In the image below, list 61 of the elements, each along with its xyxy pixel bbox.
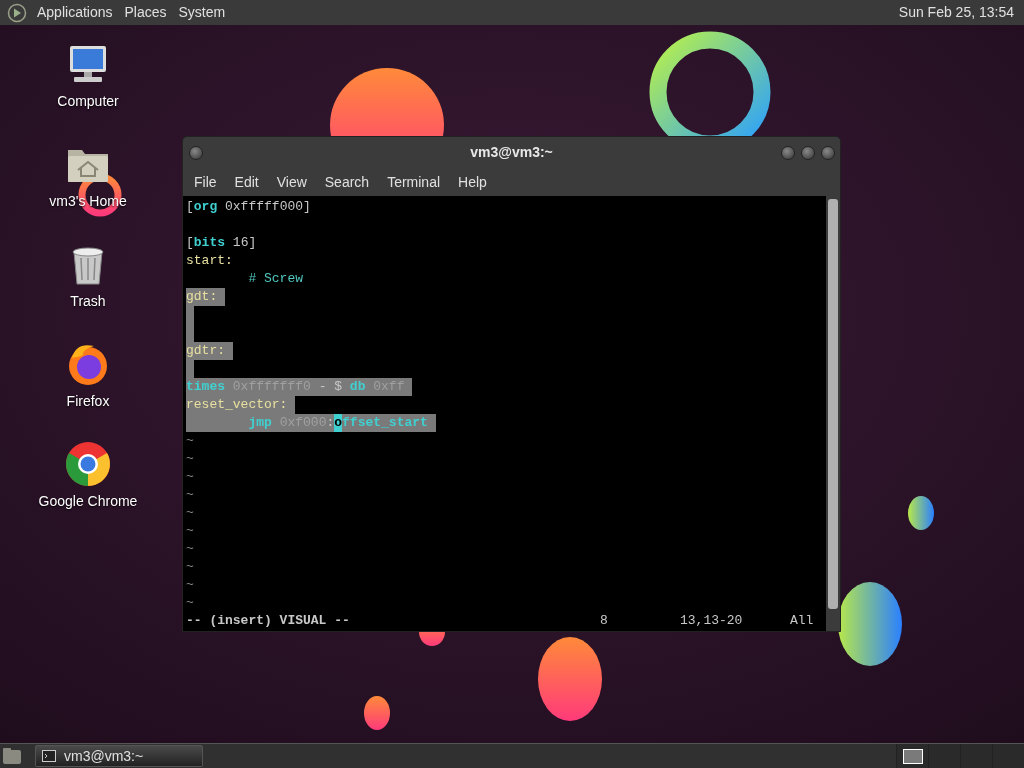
- empty-line-marker: ~: [186, 540, 194, 558]
- menu-item[interactable]: Search: [317, 171, 377, 193]
- empty-line-marker: ~: [186, 558, 194, 576]
- empty-line-marker: ~: [186, 468, 194, 486]
- cursor-position: 13,13-20: [680, 612, 744, 630]
- icon-label[interactable]: Google Chrome: [38, 491, 138, 512]
- menu-logo-icon[interactable]: [7, 2, 27, 23]
- panel-menu[interactable]: System: [172, 2, 232, 23]
- code-text: times: [186, 378, 225, 396]
- empty-line-marker: ~: [186, 450, 194, 468]
- icon-label[interactable]: Firefox: [66, 391, 110, 412]
- code-text: ffset_start: [342, 414, 428, 432]
- scrollbar[interactable]: [826, 196, 840, 631]
- code-text: jmp: [247, 414, 272, 432]
- code-text: :: [326, 414, 335, 432]
- panel-menu[interactable]: Applications: [31, 2, 119, 23]
- workspace-switcher-cell[interactable]: [992, 744, 1024, 768]
- menu-item[interactable]: Terminal: [380, 171, 448, 193]
- taskbar-button[interactable]: vm3@vm3:~: [35, 745, 203, 767]
- workspace-switcher-cell[interactable]: [928, 744, 960, 768]
- maximize-button[interactable]: [801, 145, 815, 160]
- menu-item[interactable]: Edit: [227, 171, 266, 193]
- code-text: [: [186, 234, 194, 252]
- code-text: 16]: [231, 234, 257, 252]
- clock[interactable]: Sun Feb 25, 13:54: [898, 2, 1014, 23]
- window-title: vm3@vm3:~: [469, 143, 554, 162]
- empty-line-marker: ~: [186, 522, 194, 540]
- empty-line-marker: ~: [186, 432, 194, 450]
- close-button[interactable]: [821, 145, 835, 160]
- empty-line-marker: ~: [186, 504, 194, 522]
- vim-mode-indicator: -- (insert) VISUAL --: [186, 612, 351, 630]
- code-text: # Screw: [247, 270, 304, 288]
- code-text: reset_vector:: [186, 396, 288, 414]
- menu-item[interactable]: Help: [451, 171, 494, 193]
- code-text: [: [186, 198, 194, 216]
- empty-line-marker: ~: [186, 486, 194, 504]
- empty-line-marker: ~: [186, 594, 194, 612]
- code-text: 0xfffff000]: [224, 198, 311, 216]
- code-text: db: [349, 378, 366, 396]
- empty-line-marker: ~: [186, 576, 194, 594]
- code-text: gdt:: [186, 288, 218, 306]
- terminal-icon: [42, 750, 56, 762]
- window-menu-button[interactable]: [189, 145, 203, 160]
- workspace-switcher-cell[interactable]: [896, 744, 928, 768]
- panel-menu[interactable]: Places: [118, 2, 173, 23]
- show-desktop-icon[interactable]: [2, 747, 22, 765]
- menu-item[interactable]: View: [269, 171, 314, 193]
- scroll-position: All: [790, 612, 814, 630]
- icon-label[interactable]: Computer: [57, 91, 119, 112]
- icon-label[interactable]: Trash: [70, 291, 106, 312]
- code-text: bits: [193, 234, 226, 252]
- workspace-switcher-cell[interactable]: [960, 744, 992, 768]
- text-cursor: o: [334, 414, 343, 432]
- menu-item[interactable]: File: [187, 171, 224, 193]
- chrome-icon[interactable]: [64, 440, 112, 488]
- minimize-button[interactable]: [781, 145, 795, 160]
- code-text: gdtr:: [186, 342, 225, 360]
- code-text: start:: [186, 252, 233, 270]
- code-text: - $: [318, 378, 344, 396]
- code-text: org: [193, 198, 218, 216]
- selection-count: 8: [600, 612, 609, 630]
